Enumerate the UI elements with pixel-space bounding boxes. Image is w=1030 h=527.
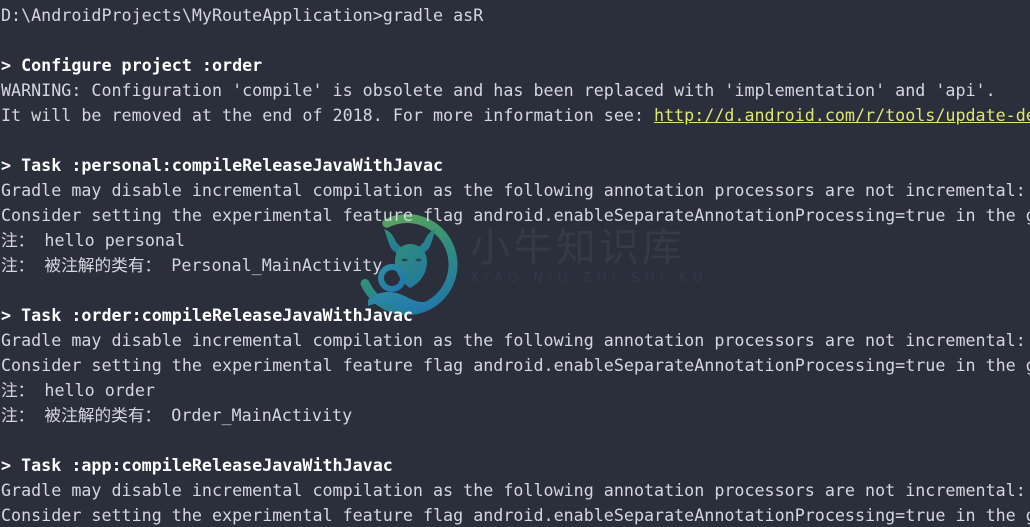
console-plain-text: Consider setting the experimental featur…: [1, 205, 1030, 225]
console-plain-text: D:\AndroidProjects\MyRouteApplication>gr…: [1, 5, 484, 25]
console-plain-text: Gradle may disable incremental compilati…: [1, 330, 1026, 350]
console-heading-text: > Configure project :order: [1, 55, 263, 75]
console-line-personal-note-hello: 注： hello personal: [0, 228, 1030, 253]
console-line-task-app-header: > Task :app:compileReleaseJavaWithJavac: [0, 453, 1030, 478]
console-plain-text: Consider setting the experimental featur…: [1, 355, 1030, 375]
console-output: D:\AndroidProjects\MyRouteApplication>gr…: [0, 3, 1030, 527]
console-line-prompt-command: D:\AndroidProjects\MyRouteApplication>gr…: [0, 3, 1030, 28]
console-line-prefix-text: It will be removed at the end of 2018. F…: [1, 105, 655, 125]
console-plain-text: 注： hello personal: [1, 230, 186, 250]
console-plain-text: 注： 被注解的类有： Personal_MainActivity: [1, 255, 383, 275]
console-plain-text: 注： 被注解的类有： Order_MainActivity: [1, 405, 353, 425]
console-plain-text: 注： hello order: [1, 380, 155, 400]
console-line-blank-3: [0, 278, 1030, 303]
terminal-console[interactable]: 小牛知识库 XIAO NIU ZHI SHI KU D:\AndroidProj…: [0, 0, 1030, 527]
console-line-app-consider-flag: Consider setting the experimental featur…: [0, 503, 1030, 527]
console-heading-text: > Task :order:compileReleaseJavaWithJava…: [1, 305, 413, 325]
console-line-configure-order-header: > Configure project :order: [0, 53, 1030, 78]
console-heading-text: > Task :personal:compileReleaseJavaWithJ…: [1, 155, 444, 175]
console-line-order-gradle-incremental: Gradle may disable incremental compilati…: [0, 328, 1030, 353]
update-dependency-configurations-link[interactable]: http://d.android.com/r/tools/update-depe…: [654, 105, 1030, 125]
console-line-warning-compile-obsolete: WARNING: Configuration 'compile' is obso…: [0, 78, 1030, 103]
console-line-order-note-hello: 注： hello order: [0, 378, 1030, 403]
console-plain-text: Gradle may disable incremental compilati…: [1, 480, 1026, 500]
console-line-personal-note-annotated: 注： 被注解的类有： Personal_MainActivity: [0, 253, 1030, 278]
console-line-blank-1: [0, 28, 1030, 53]
console-line-personal-consider-flag: Consider setting the experimental featur…: [0, 203, 1030, 228]
console-plain-text: Gradle may disable incremental compilati…: [1, 180, 1026, 200]
console-line-blank-2: [0, 128, 1030, 153]
console-line-warning-removal-notice: It will be removed at the end of 2018. F…: [0, 103, 1030, 128]
console-line-task-personal-header: > Task :personal:compileReleaseJavaWithJ…: [0, 153, 1030, 178]
console-line-app-gradle-incremental: Gradle may disable incremental compilati…: [0, 478, 1030, 503]
console-plain-text: WARNING: Configuration 'compile' is obso…: [1, 80, 996, 100]
console-plain-text: Consider setting the experimental featur…: [1, 505, 1030, 525]
console-line-order-consider-flag: Consider setting the experimental featur…: [0, 353, 1030, 378]
console-line-personal-gradle-incremental: Gradle may disable incremental compilati…: [0, 178, 1030, 203]
console-line-blank-4: [0, 428, 1030, 453]
console-line-task-order-header: > Task :order:compileReleaseJavaWithJava…: [0, 303, 1030, 328]
console-line-order-note-annotated: 注： 被注解的类有： Order_MainActivity: [0, 403, 1030, 428]
console-heading-text: > Task :app:compileReleaseJavaWithJavac: [1, 455, 393, 475]
